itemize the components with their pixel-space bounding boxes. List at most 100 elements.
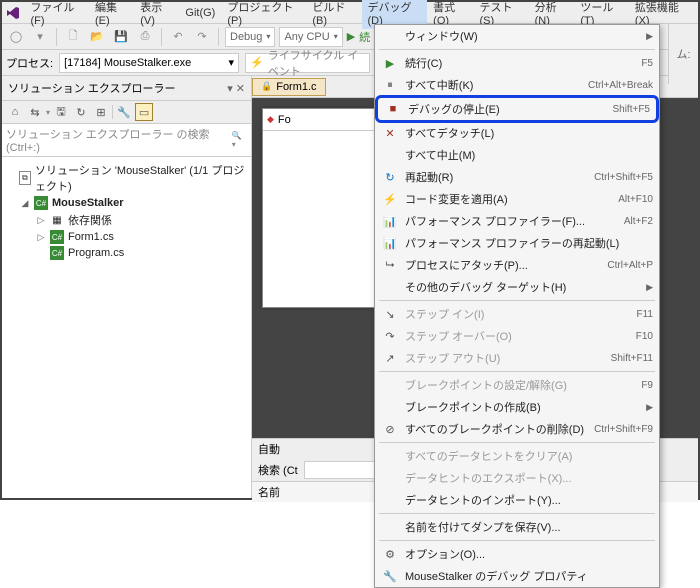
solution-node[interactable]: ⧉ ソリューション 'MouseStalker' (1/1 プロジェクト) bbox=[4, 161, 249, 195]
menu-item[interactable]: ⚙ オプション(O)... bbox=[375, 543, 659, 565]
right-panel-clip: ム: bbox=[668, 24, 698, 84]
save-button[interactable]: 💾 bbox=[111, 27, 131, 47]
nav-fwd-button[interactable]: ▾ bbox=[30, 27, 50, 47]
home-icon[interactable]: ⌂ bbox=[6, 103, 24, 121]
menu-item[interactable]: ⏸すべて中断(K)Ctrl+Alt+Break bbox=[375, 74, 659, 96]
menu-build[interactable]: ビルド(B) bbox=[306, 0, 361, 29]
process-label: プロセス: bbox=[6, 55, 53, 71]
menu-item-label: ステップ イン(I) bbox=[405, 306, 631, 322]
menu-item[interactable]: ⊘すべてのブレークポイントの削除(D)Ctrl+Shift+F9 bbox=[375, 418, 659, 440]
menu-item-icon: ↻ bbox=[381, 171, 399, 184]
menu-item[interactable]: ■デバッグの停止(E)Shift+F5 bbox=[378, 98, 656, 120]
menu-item-label: ステップ アウト(U) bbox=[405, 350, 605, 366]
menu-item[interactable]: その他のデバッグ ターゲット(H)▶ bbox=[375, 276, 659, 298]
solution-icon: ⧉ bbox=[19, 171, 31, 185]
menu-item-icon: ⏸ bbox=[381, 79, 399, 92]
properties-icon[interactable]: 🔧 bbox=[115, 103, 133, 121]
form-icon: ◆ bbox=[267, 114, 274, 125]
menu-item: ブレークポイントの設定/解除(G)F9 bbox=[375, 374, 659, 396]
search-label: 検索 (Ct bbox=[258, 462, 298, 478]
menu-item-label: ウィンドウ(W) bbox=[405, 28, 640, 44]
debug-dropdown: ウィンドウ(W)▶▶続行(C)F5⏸すべて中断(K)Ctrl+Alt+Break… bbox=[374, 24, 660, 588]
menu-item: データヒントのエクスポート(X)... bbox=[375, 467, 659, 489]
menu-item[interactable]: データヒントのインポート(Y)... bbox=[375, 489, 659, 511]
panel-pin-icon[interactable]: ▾ ✕ bbox=[227, 82, 245, 95]
search-dropdown-icon[interactable]: 🔍 ▾ bbox=[232, 131, 247, 149]
solution-explorer-header: ソリューション エクスプローラー ▾ ✕ bbox=[2, 76, 251, 101]
show-all-icon[interactable]: ⊞ bbox=[92, 103, 110, 121]
menu-item-icon: ⮡ bbox=[381, 259, 399, 272]
menu-edit[interactable]: 編集(E) bbox=[89, 0, 134, 29]
undo-button[interactable]: ↶ bbox=[168, 27, 188, 47]
menu-item[interactable]: ⚡コード変更を適用(A)Alt+F10 bbox=[375, 188, 659, 210]
menu-item-label: すべてデタッチ(L) bbox=[405, 125, 647, 141]
highlighted-menu-item[interactable]: ■デバッグの停止(E)Shift+F5 bbox=[375, 95, 659, 123]
lifecycle-combo[interactable]: ⚡ ライフサイクル イベント bbox=[245, 53, 370, 73]
menu-item-label: その他のデバッグ ターゲット(H) bbox=[405, 279, 640, 295]
save-all-button[interactable]: ⎙ bbox=[135, 27, 155, 47]
menu-item-shortcut: F10 bbox=[636, 331, 653, 342]
project-node[interactable]: ◢C# MouseStalker bbox=[4, 195, 249, 211]
menu-item-shortcut: Ctrl+Shift+F9 bbox=[594, 424, 653, 435]
autos-title: 自動 bbox=[258, 441, 280, 457]
menu-item-label: 名前を付けてダンプを保存(V)... bbox=[405, 519, 647, 535]
vs-logo-icon bbox=[6, 5, 20, 21]
program-node[interactable]: C# Program.cs bbox=[4, 245, 249, 261]
menu-item-icon: 📊 bbox=[381, 215, 399, 228]
menu-item-shortcut: Alt+F2 bbox=[624, 216, 653, 227]
menu-item: ↗ステップ アウト(U)Shift+F11 bbox=[375, 347, 659, 369]
editor-tab[interactable]: 🔒 Form1.c bbox=[252, 78, 326, 96]
menu-item-label: すべて中断(K) bbox=[405, 77, 582, 93]
menu-item-label: パフォーマンス プロファイラーの再起動(L) bbox=[405, 235, 647, 251]
sync-icon[interactable]: ⇆ bbox=[26, 103, 44, 121]
solution-explorer: ソリューション エクスプローラー ▾ ✕ ⌂ ⇆ ▾ 🖫 ↻ ⊞ 🔧 ▭ ソリュ… bbox=[2, 76, 252, 498]
menu-item-label: すべて中止(M) bbox=[405, 147, 647, 163]
redo-button[interactable]: ↷ bbox=[192, 27, 212, 47]
menu-git[interactable]: Git(G) bbox=[179, 5, 221, 21]
menu-item[interactable]: すべて中止(M) bbox=[375, 144, 659, 166]
menu-item-label: ブレークポイントの作成(B) bbox=[405, 399, 640, 415]
menu-item[interactable]: ウィンドウ(W)▶ bbox=[375, 25, 659, 47]
refresh-icon[interactable]: ↻ bbox=[72, 103, 90, 121]
dependencies-node[interactable]: ▷▦ 依存関係 bbox=[4, 211, 249, 229]
menu-item-shortcut: F5 bbox=[641, 58, 653, 69]
menu-item[interactable]: ▶続行(C)F5 bbox=[375, 52, 659, 74]
process-combo[interactable]: [17184] MouseStalker.exe▾ bbox=[59, 53, 239, 73]
menu-item-icon: ✕ bbox=[381, 127, 399, 140]
menu-project[interactable]: プロジェクト(P) bbox=[221, 0, 306, 29]
config-combo[interactable]: Debug▾ bbox=[225, 27, 275, 47]
menu-item[interactable]: 📊パフォーマンス プロファイラーの再起動(L) bbox=[375, 232, 659, 254]
menu-item-icon: 🔧 bbox=[381, 570, 399, 583]
form1-node[interactable]: ▷C# Form1.cs bbox=[4, 229, 249, 245]
new-button[interactable]: 🗋 bbox=[63, 27, 83, 47]
nav-back-button[interactable]: ◯ bbox=[6, 27, 26, 47]
menu-item-icon: ⚙ bbox=[381, 548, 399, 561]
preview-icon[interactable]: ▭ bbox=[135, 103, 153, 121]
solution-search[interactable]: ソリューション エクスプローラー の検索 (Ctrl+:) 🔍 ▾ bbox=[2, 124, 251, 157]
menu-item[interactable]: ⮡プロセスにアタッチ(P)...Ctrl+Alt+P bbox=[375, 254, 659, 276]
menu-item-label: データヒントのインポート(Y)... bbox=[405, 492, 647, 508]
menu-item[interactable]: 名前を付けてダンプを保存(V)... bbox=[375, 516, 659, 538]
menu-item-label: 再起動(R) bbox=[405, 169, 588, 185]
menu-view[interactable]: 表示(V) bbox=[134, 0, 179, 29]
menu-item-shortcut: Ctrl+Shift+F5 bbox=[594, 172, 653, 183]
menu-item-label: オプション(O)... bbox=[405, 546, 647, 562]
menu-item-label: ブレークポイントの設定/解除(G) bbox=[405, 377, 635, 393]
menu-item-label: プロセスにアタッチ(P)... bbox=[405, 257, 601, 273]
menu-item[interactable]: ↻ 再起動(R) Ctrl+Shift+F5 bbox=[375, 166, 659, 188]
menu-item-shortcut: Shift+F11 bbox=[611, 353, 653, 364]
platform-combo[interactable]: Any CPU▾ bbox=[279, 27, 342, 47]
menu-item-label: コード変更を適用(A) bbox=[405, 191, 612, 207]
menu-item: ↘ステップ イン(I)F11 bbox=[375, 303, 659, 325]
continue-button[interactable]: ▶ 続 bbox=[347, 29, 370, 45]
menu-item[interactable]: 📊パフォーマンス プロファイラー(F)...Alt+F2 bbox=[375, 210, 659, 232]
menu-item-label: MouseStalker のデバッグ プロパティ bbox=[405, 568, 647, 584]
menu-item[interactable]: ブレークポイントの作成(B)▶ bbox=[375, 396, 659, 418]
menu-file[interactable]: ファイル(F) bbox=[24, 0, 89, 29]
open-button[interactable]: 📂 bbox=[87, 27, 107, 47]
menu-item-label: データヒントのエクスポート(X)... bbox=[405, 470, 647, 486]
save-all-icon[interactable]: 🖫 bbox=[52, 103, 70, 121]
menu-item[interactable]: 🔧 MouseStalker のデバッグ プロパティ bbox=[375, 565, 659, 587]
menu-item-label: すべてのデータヒントをクリア(A) bbox=[405, 448, 647, 464]
menu-item[interactable]: ✕ すべてデタッチ(L) bbox=[375, 122, 659, 144]
